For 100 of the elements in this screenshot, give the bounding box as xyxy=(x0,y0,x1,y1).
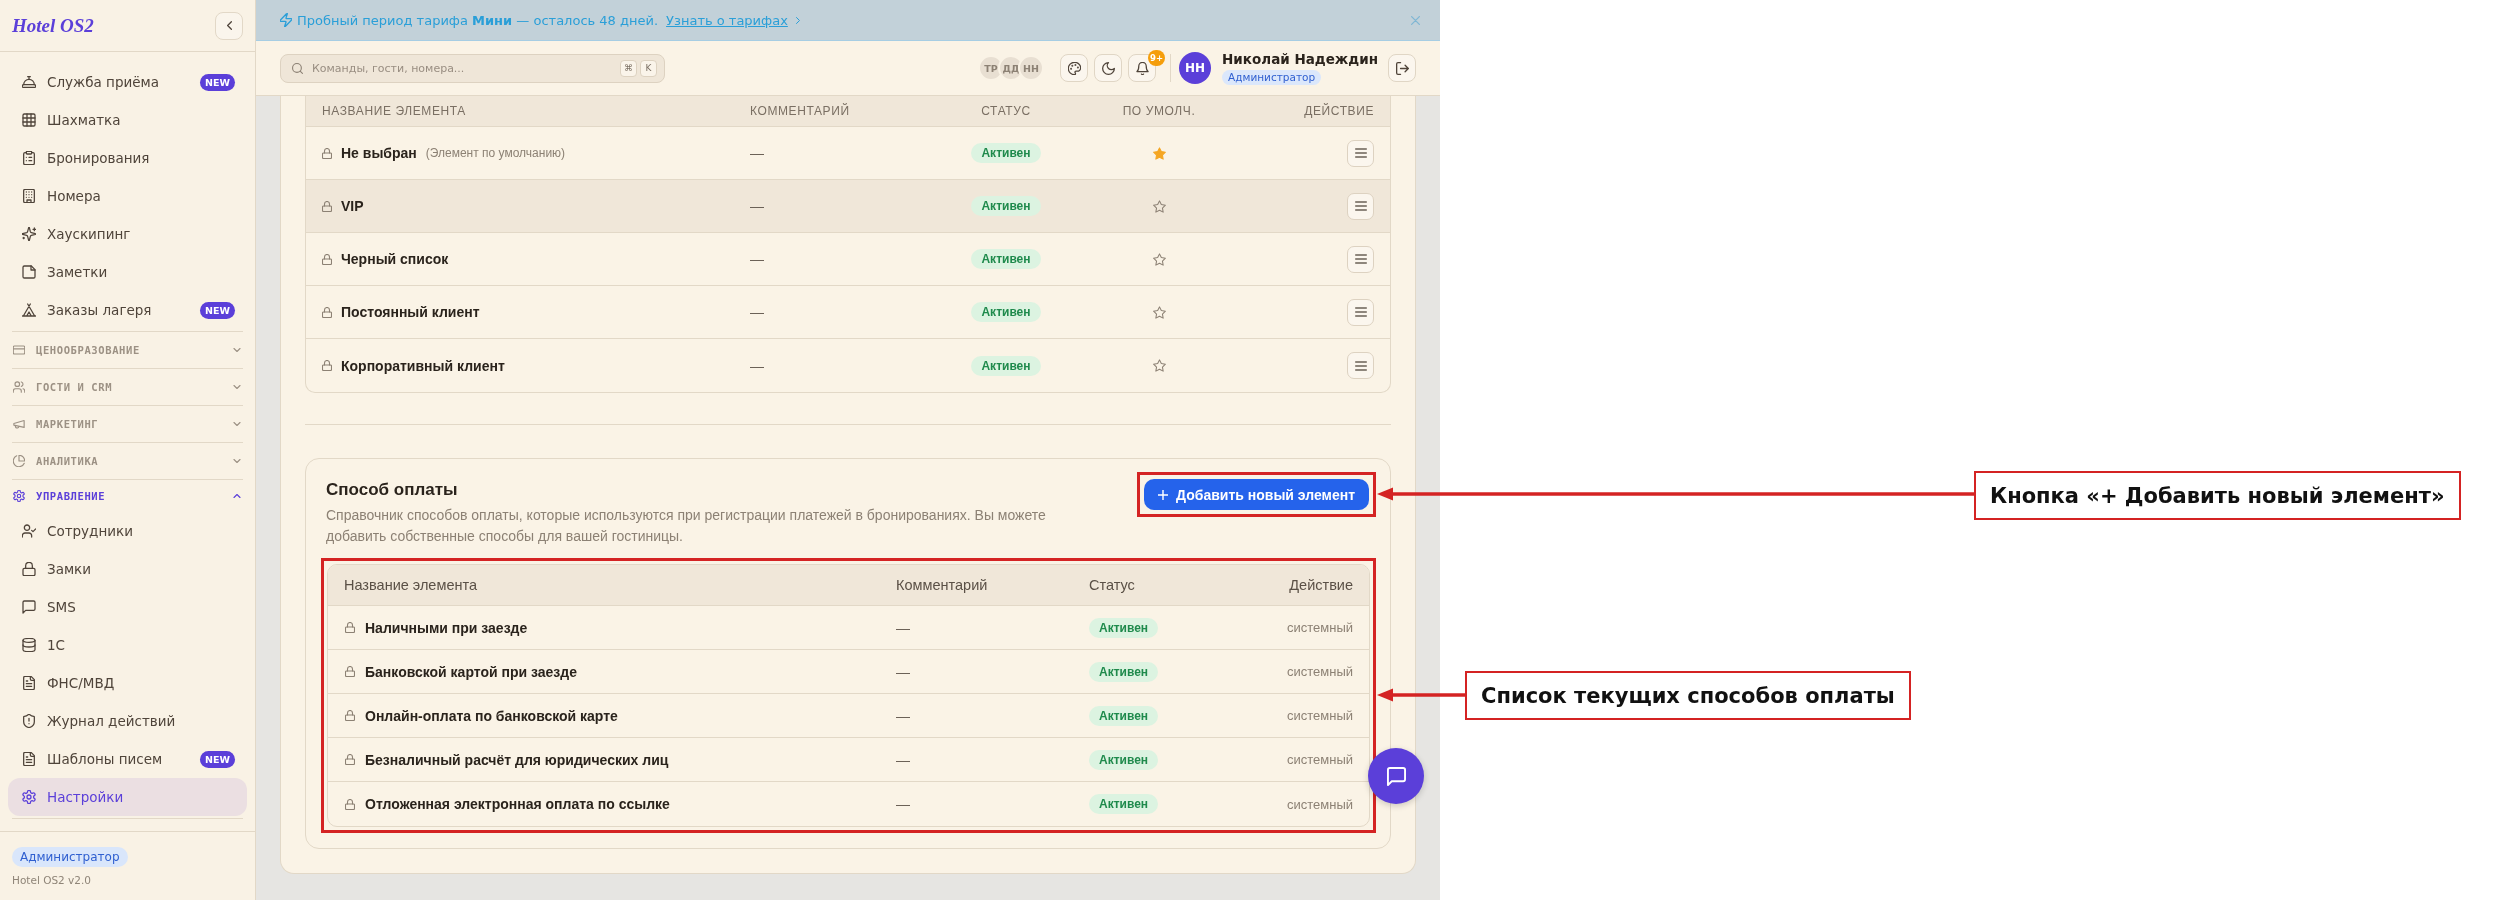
building-icon xyxy=(22,189,36,203)
lock-icon xyxy=(322,253,332,265)
settings-icon xyxy=(22,790,36,804)
status-badge: Активен xyxy=(1089,661,1159,682)
chat-icon xyxy=(22,600,36,614)
star-icon[interactable] xyxy=(1152,305,1166,319)
menu-icon xyxy=(1354,254,1367,264)
row-menu-button[interactable] xyxy=(1347,352,1374,379)
lock-icon xyxy=(322,147,332,159)
status-badge: Активен xyxy=(1089,617,1159,638)
lightning-icon xyxy=(280,13,292,27)
nav-group-header[interactable]: УПРАВЛЕНИЕ xyxy=(12,480,243,512)
sparkle-icon xyxy=(22,227,36,241)
column-header: Статус xyxy=(1089,577,1135,593)
role-badge: Администратор xyxy=(1222,70,1322,85)
star-icon[interactable] xyxy=(1152,252,1166,266)
system-label: системный xyxy=(1286,620,1353,635)
users-icon xyxy=(13,381,25,393)
menu-icon xyxy=(1354,307,1367,317)
table-cell: — xyxy=(896,707,910,724)
table-cell: — xyxy=(750,251,764,267)
star-icon[interactable] xyxy=(1152,199,1166,213)
nav-item[interactable]: ФНС/МВД xyxy=(8,664,247,702)
nav-item[interactable]: Служба приёма NEW xyxy=(8,63,247,101)
item-name: Онлайн-оплата по банковской карте xyxy=(365,707,618,724)
table-row[interactable]: Корпоративный клиент — Активен xyxy=(306,339,1390,392)
notification-badge: 9+ xyxy=(1148,50,1166,66)
theme-palette-button[interactable] xyxy=(1060,54,1089,82)
logout-icon xyxy=(1395,61,1409,75)
chevron-down-icon xyxy=(233,459,241,463)
user-avatar: НН xyxy=(1018,55,1045,81)
row-menu-button[interactable] xyxy=(1347,192,1374,220)
item-name: Не выбран xyxy=(341,145,417,161)
tent-icon xyxy=(22,303,36,317)
column-header: СТАТУС xyxy=(981,104,1031,118)
item-name: Наличными при заезде xyxy=(365,619,528,636)
default-note: (Элемент по умолчанию) xyxy=(425,146,566,160)
moon-icon xyxy=(1101,61,1115,75)
add-item-button[interactable]: Добавить новый элемент xyxy=(1144,479,1369,510)
trial-notice: Пробный период тарифа Мини — осталось 48 дней. xyxy=(297,12,659,28)
nav-item[interactable]: Журнал действий xyxy=(8,702,247,740)
nav-item[interactable]: Заметки xyxy=(8,253,247,291)
nav-item[interactable]: Хаускипинг xyxy=(8,215,247,253)
lock-icon xyxy=(345,710,355,721)
system-label: системный xyxy=(1286,708,1353,723)
status-badge: Активен xyxy=(971,249,1041,269)
column-header: КОММЕНТАРИЙ xyxy=(750,104,850,118)
table-cell: — xyxy=(896,796,910,812)
nav-item[interactable]: Замки xyxy=(8,550,247,588)
collapse-sidebar-button[interactable] xyxy=(215,11,243,40)
nav-item[interactable]: Бронирования xyxy=(8,139,247,177)
status-badge: Активен xyxy=(1089,794,1159,814)
card-icon xyxy=(13,344,25,356)
row-menu-button[interactable] xyxy=(1347,245,1374,273)
chevron-right-icon xyxy=(795,16,800,24)
table-row[interactable]: Постоянный клиент — Активен xyxy=(306,286,1390,339)
callout-label: Кнопка «+ Добавить новый элемент» xyxy=(1974,471,2461,520)
status-badge: Активен xyxy=(971,355,1041,376)
nav-item[interactable]: SMS xyxy=(8,588,247,626)
nav-item[interactable]: Сотрудники xyxy=(8,512,247,550)
lock-icon xyxy=(345,622,355,633)
user-avatar[interactable]: НН xyxy=(1179,52,1212,84)
plus-icon xyxy=(1158,489,1169,500)
chat-icon xyxy=(1386,766,1406,786)
nav-item[interactable]: Настройки xyxy=(8,778,247,816)
menu-icon xyxy=(1354,360,1367,371)
status-badge: Активен xyxy=(971,196,1041,216)
table-row[interactable]: Черный список — Активен xyxy=(306,233,1390,286)
clipboard-icon xyxy=(22,151,36,165)
item-name: Постоянный клиент xyxy=(341,304,480,320)
nav-item[interactable]: Номера xyxy=(8,177,247,215)
palette-icon xyxy=(1067,61,1081,75)
document-icon xyxy=(22,676,36,690)
table-cell: — xyxy=(750,304,764,320)
star-icon[interactable] xyxy=(1152,146,1166,160)
row-menu-button[interactable] xyxy=(1347,298,1374,326)
document-icon xyxy=(22,752,36,766)
table-cell: — xyxy=(896,619,910,636)
dark-mode-button[interactable] xyxy=(1094,54,1123,82)
table-row[interactable]: VIP — Активен xyxy=(306,180,1390,233)
nav-item[interactable]: Шахматка xyxy=(8,101,247,139)
item-name: VIP xyxy=(341,198,364,214)
system-label: системный xyxy=(1286,664,1353,679)
user-name: Николай Надеждин xyxy=(1222,51,1378,68)
lock-icon xyxy=(322,306,332,318)
nav-item[interactable]: Шаблоны писем NEW xyxy=(8,740,247,778)
chevron-down-icon xyxy=(233,348,241,352)
lock-icon xyxy=(22,562,36,576)
section-description: Справочник способов оплаты, которые используются при регистрации платежей в бронированиях. Вы можете добавить собственные способы для вашей гостиницы. xyxy=(326,506,1047,546)
nav-item[interactable]: 1С xyxy=(8,626,247,664)
version-label: Hotel OS2 v2.0 xyxy=(12,873,91,888)
star-icon[interactable] xyxy=(1152,359,1166,372)
column-header: ПО УМОЛЧ. xyxy=(1122,104,1196,118)
logout-button[interactable] xyxy=(1388,54,1416,82)
item-name: Корпоративный клиент xyxy=(341,357,505,374)
note-icon xyxy=(22,265,36,279)
status-badge: Активен xyxy=(971,302,1041,322)
row-menu-button[interactable] xyxy=(1347,139,1374,167)
pie-chart-icon xyxy=(13,455,25,467)
nav-item[interactable]: Заказы лагеря NEW xyxy=(8,291,247,329)
